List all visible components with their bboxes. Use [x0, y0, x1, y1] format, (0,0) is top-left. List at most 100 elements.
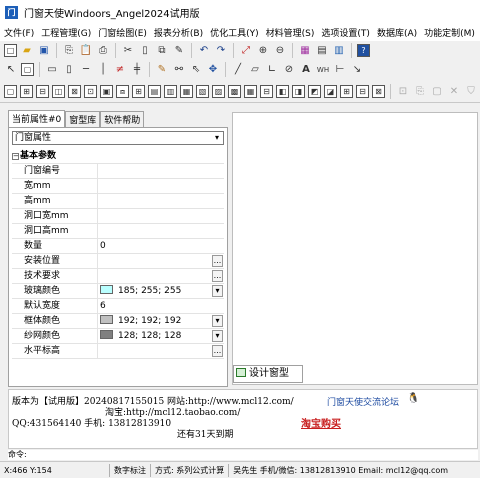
- property-row[interactable]: 宽mm: [12, 179, 224, 194]
- window-type-button-icon[interactable]: ⊟: [260, 85, 273, 98]
- window-type-button-icon[interactable]: ▦: [180, 85, 193, 98]
- window-type-button-icon[interactable]: ⊞: [20, 85, 33, 98]
- arrow-icon[interactable]: ↘: [350, 63, 364, 77]
- window-type-button-icon[interactable]: ⊞: [132, 85, 145, 98]
- chart-icon[interactable]: ⤢: [239, 44, 253, 58]
- tab-software-help[interactable]: 软件帮助: [100, 111, 145, 127]
- property-value[interactable]: [100, 269, 210, 284]
- dropdown-button[interactable]: ▾: [212, 285, 223, 297]
- filter-icon[interactable]: ⛉: [464, 85, 478, 99]
- property-row[interactable]: 纱网颜色 128; 128; 128 ▾: [12, 329, 224, 344]
- window-type-button-icon[interactable]: ⊟: [36, 85, 49, 98]
- dropdown-button[interactable]: ▾: [212, 315, 223, 327]
- design-canvas[interactable]: [232, 112, 478, 385]
- property-row[interactable]: 默认宽度 6: [12, 299, 224, 314]
- horizontal-bar-icon[interactable]: ▭: [45, 63, 59, 77]
- window-type-button-icon[interactable]: ▢: [4, 85, 17, 98]
- pointer-icon[interactable]: ↖: [4, 63, 18, 77]
- property-value[interactable]: [100, 344, 210, 359]
- vline-icon[interactable]: │: [96, 63, 110, 77]
- ladder-icon[interactable]: ╪: [130, 63, 144, 77]
- menu-drawing[interactable]: 门窗绘图(E): [94, 26, 150, 39]
- menu-project[interactable]: 工程管理(G): [37, 26, 94, 39]
- link-icon[interactable]: ⚯: [172, 63, 186, 77]
- window-type-button-icon[interactable]: ▦: [244, 85, 257, 98]
- paste-icon[interactable]: 📋: [79, 44, 93, 58]
- property-value[interactable]: 185; 255; 255: [100, 284, 210, 299]
- property-row[interactable]: 门窗编号: [12, 164, 224, 179]
- property-value[interactable]: [100, 179, 210, 194]
- move-icon[interactable]: ⇖: [189, 63, 203, 77]
- property-row[interactable]: 安装位置...: [12, 254, 224, 269]
- window-type-button-icon[interactable]: ▤: [148, 85, 161, 98]
- property-value[interactable]: 192; 192; 192: [100, 314, 210, 329]
- ellipsis-button[interactable]: ...: [212, 255, 223, 267]
- hline-icon[interactable]: ─: [79, 63, 93, 77]
- folder-icon[interactable]: ▰: [20, 44, 34, 58]
- break-icon[interactable]: ≠: [113, 63, 127, 77]
- circle-icon[interactable]: ⊘: [282, 63, 296, 77]
- table-icon[interactable]: ▤: [315, 44, 329, 58]
- tab-design-window[interactable]: 设计窗型: [233, 365, 303, 383]
- property-row[interactable]: 数量 0: [12, 239, 224, 254]
- window-type-button-icon[interactable]: ◫: [52, 85, 65, 98]
- property-row[interactable]: 高mm: [12, 194, 224, 209]
- property-value[interactable]: 6: [100, 299, 210, 314]
- help-icon[interactable]: ?: [357, 44, 370, 57]
- property-type-select[interactable]: 门窗属性 ▾: [12, 131, 224, 145]
- frame-icon[interactable]: ▢: [21, 63, 34, 76]
- copy-grey-icon[interactable]: ⎘: [413, 85, 427, 99]
- delete-grey-icon[interactable]: ✕: [447, 85, 461, 99]
- property-value[interactable]: [100, 209, 210, 224]
- menu-options[interactable]: 选项设置(T): [317, 26, 373, 39]
- dimension-icon[interactable]: ⊢: [333, 63, 347, 77]
- book-icon[interactable]: ▥: [332, 44, 346, 58]
- menu-file[interactable]: 文件(F): [0, 26, 37, 39]
- window-type-button-icon[interactable]: ◨: [292, 85, 305, 98]
- window-type-button-icon[interactable]: ▣: [100, 85, 113, 98]
- property-value[interactable]: [100, 194, 210, 209]
- property-row[interactable]: 玻璃颜色 185; 255; 255 ▾: [12, 284, 224, 299]
- pen-icon[interactable]: ✎: [172, 44, 186, 58]
- page-icon[interactable]: ▯: [138, 44, 152, 58]
- collapse-icon[interactable]: −: [12, 153, 19, 160]
- rect-icon[interactable]: ▱: [248, 63, 262, 77]
- window-type-button-icon[interactable]: ⧈: [116, 85, 129, 98]
- copy-icon[interactable]: ⎘: [62, 44, 76, 58]
- window-type-button-icon[interactable]: ⊠: [68, 85, 81, 98]
- property-value[interactable]: [100, 224, 210, 239]
- taobao-buy-link[interactable]: 淘宝购买: [301, 415, 341, 430]
- property-row[interactable]: 技术要求...: [12, 269, 224, 284]
- property-row[interactable]: 洞口高mm: [12, 224, 224, 239]
- wh-icon[interactable]: WH: [316, 63, 330, 77]
- window-type-button-icon[interactable]: ◪: [324, 85, 337, 98]
- paste-grey-icon[interactable]: ▢: [430, 85, 444, 99]
- window-type-button-icon[interactable]: ⊡: [84, 85, 97, 98]
- undo-icon[interactable]: ↶: [197, 44, 211, 58]
- property-value[interactable]: 0: [100, 239, 210, 254]
- dropdown-button[interactable]: ▾: [212, 330, 223, 342]
- save-icon[interactable]: ▣: [37, 44, 51, 58]
- property-value[interactable]: [100, 254, 210, 269]
- print-icon[interactable]: ⎙: [96, 44, 110, 58]
- line-icon[interactable]: ╱: [231, 63, 245, 77]
- window-type-button-icon[interactable]: ⊟: [356, 85, 369, 98]
- duplicate-icon[interactable]: ⧉: [155, 44, 169, 58]
- cut-icon[interactable]: ✂: [121, 44, 135, 58]
- window-type-button-icon[interactable]: ▩: [228, 85, 241, 98]
- window-type-button-icon[interactable]: ◩: [308, 85, 321, 98]
- window-type-button-icon[interactable]: ▧: [196, 85, 209, 98]
- menu-report[interactable]: 报表分析(B): [150, 26, 206, 39]
- menu-optimize[interactable]: 优化工具(Y): [206, 26, 262, 39]
- property-value[interactable]: 128; 128; 128: [100, 329, 210, 344]
- ellipsis-button[interactable]: ...: [212, 270, 223, 282]
- move-cross-icon[interactable]: ✥: [206, 63, 220, 77]
- tab-current-properties[interactable]: 当前属性#0: [8, 110, 66, 127]
- zoom-in-icon[interactable]: ⊕: [256, 44, 270, 58]
- property-row[interactable]: 框体颜色 192; 192; 192 ▾: [12, 314, 224, 329]
- pencil-icon[interactable]: ✎: [155, 63, 169, 77]
- menu-material[interactable]: 材料管理(S): [262, 26, 318, 39]
- window-type-button-icon[interactable]: ▥: [164, 85, 177, 98]
- property-value[interactable]: [100, 164, 210, 179]
- new-file-icon[interactable]: □: [4, 44, 17, 57]
